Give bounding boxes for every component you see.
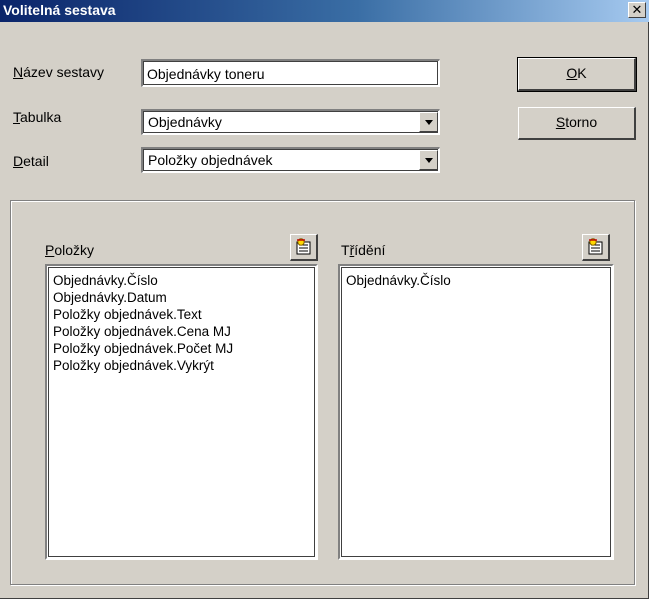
ok-button[interactable]: OK: [517, 57, 637, 92]
list-item[interactable]: Položky objednávek.Text: [53, 306, 310, 323]
window-title: Volitelná sestava: [3, 2, 116, 18]
sort-list[interactable]: Objednávky.Číslo: [338, 264, 614, 560]
close-icon: ✕: [631, 2, 643, 17]
name-label: Název sestavy: [13, 64, 105, 80]
list-item[interactable]: Položky objednávek.Cena MJ: [53, 323, 310, 340]
wizard-icon: [588, 238, 603, 255]
list-item[interactable]: Objednávky.Datum: [53, 289, 310, 306]
list-item[interactable]: Položky objednávek.Vykrýt: [53, 357, 310, 374]
detail-select[interactable]: Položky objednávek: [141, 147, 440, 173]
table-dropdown-arrow-icon[interactable]: [419, 112, 438, 132]
sort-label: Třídění: [341, 242, 386, 258]
detail-label: Detail: [13, 153, 49, 169]
table-select-value: Objednávky: [148, 114, 222, 130]
list-item[interactable]: Objednávky.Číslo: [346, 272, 606, 289]
items-label: Položky: [45, 242, 95, 258]
cancel-button[interactable]: Storno: [518, 107, 636, 140]
table-select[interactable]: Objednávky: [141, 109, 440, 135]
dialog-window: Volitelná sestava ✕ Název sestavy Tabulk…: [0, 0, 649, 599]
list-item[interactable]: Objednávky.Číslo: [53, 272, 310, 289]
sort-wizard-button[interactable]: [582, 234, 610, 261]
list-item[interactable]: Položky objednávek.Počet MJ: [53, 340, 310, 357]
title-bar[interactable]: Volitelná sestava ✕: [0, 0, 649, 22]
table-label: Tabulka: [13, 109, 62, 125]
close-button[interactable]: ✕: [628, 2, 646, 18]
wizard-icon: [296, 238, 311, 255]
detail-dropdown-arrow-icon[interactable]: [419, 150, 438, 170]
detail-select-value: Položky objednávek: [148, 152, 273, 168]
items-wizard-button[interactable]: [290, 234, 318, 261]
items-list[interactable]: Objednávky.Číslo Objednávky.Datum Položk…: [45, 264, 318, 560]
report-name-input[interactable]: [141, 59, 440, 87]
